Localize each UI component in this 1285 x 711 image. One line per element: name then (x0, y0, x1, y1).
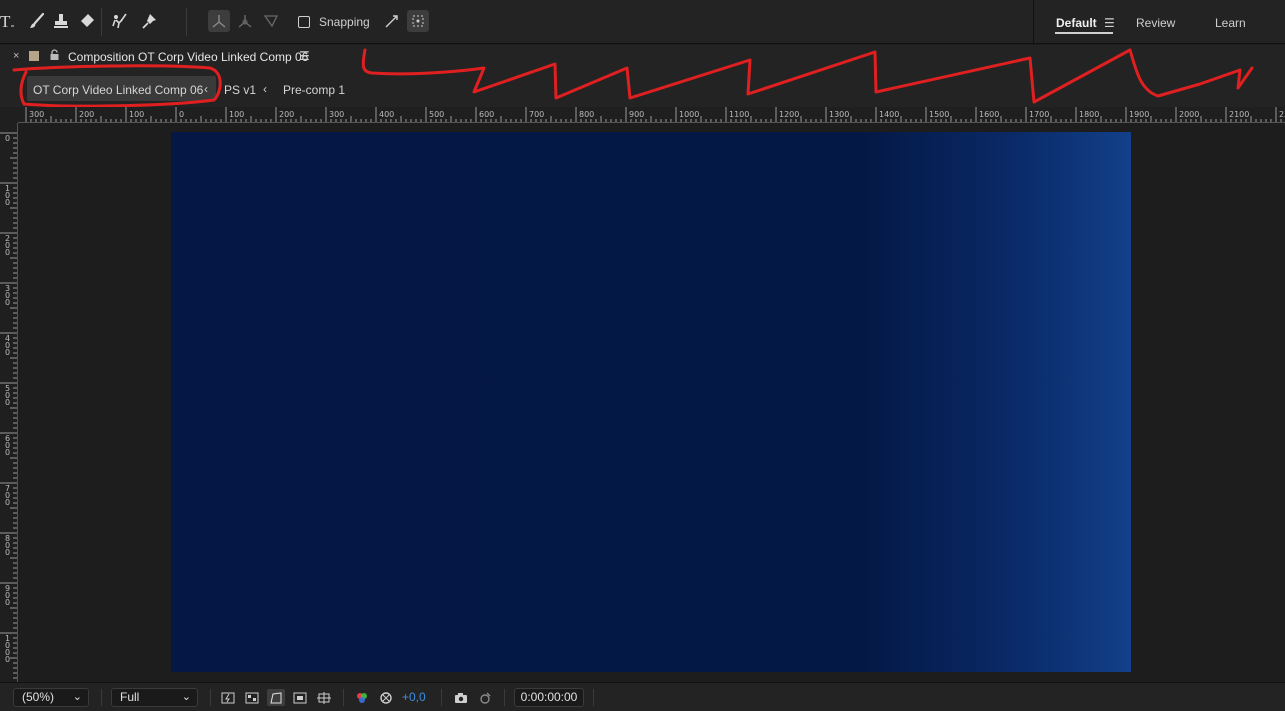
ruler-top-label: 100 (129, 110, 144, 119)
ruler-left-label: 800 (5, 534, 10, 557)
snapping-checkbox[interactable] (298, 16, 310, 28)
ruler-top-label: 1600 (979, 110, 999, 119)
workspace-review[interactable]: Review (1136, 16, 1175, 30)
tools-toolbar: T Snapping Default ☰ Review Learn (0, 0, 1285, 44)
puppet-pin-tool-icon[interactable] (139, 10, 161, 32)
ruler-top-label: 200 (279, 110, 294, 119)
resolution-value: Full (120, 690, 140, 704)
workspace-active-underline (1055, 32, 1113, 34)
ruler-top-label: 300 (329, 110, 344, 119)
toolbar-separator (186, 8, 187, 36)
view-axis-mode-icon[interactable] (260, 10, 282, 32)
current-time-display[interactable]: 0:00:00:00 (514, 688, 584, 707)
camera-snapshot-icon[interactable] (452, 689, 470, 706)
local-axis-mode-icon[interactable] (208, 10, 230, 32)
chevron-left-icon[interactable]: ‹ (204, 82, 208, 96)
region-of-interest-icon[interactable] (291, 689, 309, 706)
reset-exposure-icon[interactable] (377, 689, 395, 706)
ruler-left-label: 900 (5, 584, 10, 607)
ruler-top-label: 100 (229, 110, 244, 119)
resolution-dropdown[interactable]: Full ⌄ (111, 688, 198, 707)
ruler-top-label: 500 (429, 110, 444, 119)
snap-features-icon[interactable] (407, 10, 429, 32)
mask-visibility-icon[interactable] (267, 689, 285, 706)
exposure-value[interactable]: +0,0 (402, 690, 426, 704)
ruler-left-label: 200 (5, 234, 10, 257)
chevron-left-icon[interactable]: ‹ (263, 82, 267, 96)
ruler-top-label: 900 (629, 110, 644, 119)
snap-edges-icon[interactable] (381, 10, 403, 32)
ruler-top-label: 800 (579, 110, 594, 119)
ruler-top-label: 220 (1279, 110, 1285, 119)
ruler-left-label: 700 (5, 484, 10, 507)
roto-brush-tool-icon[interactable] (108, 10, 130, 32)
clone-stamp-tool-icon[interactable] (50, 10, 72, 32)
workspace-menu-icon[interactable]: ☰ (1104, 16, 1115, 30)
lock-icon[interactable] (49, 49, 60, 61)
world-axis-mode-icon[interactable] (234, 10, 256, 32)
toolbar-separator (101, 8, 102, 36)
ruler-top-label: 200 (79, 110, 94, 119)
ruler-top-label: 700 (529, 110, 544, 119)
ruler-top-label: 1200 (779, 110, 799, 119)
bottom-separator (504, 689, 505, 706)
ruler-top-label: 1400 (879, 110, 899, 119)
ruler-top-label: 1700 (1029, 110, 1049, 119)
ruler-left-label: 600 (5, 434, 10, 457)
ruler-top-label: 1900 (1129, 110, 1149, 119)
ruler-top-label: 0 (179, 110, 184, 119)
chevron-down-icon: ⌄ (181, 691, 191, 703)
vertical-ruler[interactable]: 0 100 200 300 400 500 600 700 800 900 1000 (0, 123, 18, 682)
magnification-dropdown[interactable]: (50%) ⌄ (13, 688, 89, 707)
ruler-top-label: 1800 (1079, 110, 1099, 119)
ruler-top-label: 1000 (679, 110, 699, 119)
ruler-top-label: 2000 (1179, 110, 1199, 119)
brush-tool-icon[interactable] (26, 10, 48, 32)
bottom-separator (101, 689, 102, 706)
bottom-separator (593, 689, 594, 706)
snapping-label: Snapping (319, 15, 370, 29)
fast-previews-icon[interactable] (219, 689, 237, 706)
composition-canvas[interactable] (171, 132, 1131, 672)
workspace-separator (1033, 0, 1034, 44)
label-color-swatch[interactable] (29, 51, 39, 61)
eraser-tool-icon[interactable] (76, 10, 98, 32)
ruler-left-label: 300 (5, 284, 10, 307)
ruler-left-label: 400 (5, 334, 10, 357)
ruler-top-label: 1300 (829, 110, 849, 119)
panel-title[interactable]: Composition OT Corp Video Linked Comp 06 (68, 50, 308, 64)
ruler-top-label: 600 (479, 110, 494, 119)
transparency-grid-icon[interactable] (243, 689, 261, 706)
ruler-top-label: 400 (379, 110, 394, 119)
ruler-left-label: 100 (5, 184, 10, 207)
ruler-left-label: 500 (5, 384, 10, 407)
workspace-learn[interactable]: Learn (1215, 16, 1246, 30)
horizontal-ruler[interactable]: 300 200 100 0 100 200 300 400 500 600 700 800 900 100… (18, 107, 1285, 123)
magnification-value: (50%) (22, 690, 55, 704)
type-tool-icon[interactable]: T (0, 10, 18, 32)
bottom-separator (210, 689, 211, 706)
grid-guides-icon[interactable] (315, 689, 333, 706)
ruler-top-label: 300 (29, 110, 44, 119)
ruler-top-label: 1500 (929, 110, 949, 119)
chevron-down-icon: ⌄ (72, 691, 82, 703)
ruler-left-label: 0 (5, 134, 10, 143)
show-snapshot-icon[interactable] (476, 689, 494, 706)
channels-icon[interactable] (353, 689, 371, 706)
breadcrumb-comp-06[interactable]: OT Corp Video Linked Comp 06 (33, 83, 203, 97)
close-panel-icon[interactable]: × (13, 50, 19, 62)
bottom-separator (343, 689, 344, 706)
breadcrumb-pre-comp-1[interactable]: Pre-comp 1 (283, 83, 345, 97)
ruler-top-label: 2100 (1229, 110, 1249, 119)
ruler-corner (0, 107, 18, 123)
ruler-left-label: 1000 (5, 634, 10, 664)
panel-menu-icon[interactable]: ☰ (299, 49, 310, 63)
breadcrumb-ps-v1[interactable]: PS v1 (224, 83, 256, 97)
ruler-top-label: 1100 (729, 110, 749, 119)
svg-text:T: T (0, 12, 11, 30)
bottom-separator (441, 689, 442, 706)
workspace-default[interactable]: Default (1056, 16, 1097, 30)
